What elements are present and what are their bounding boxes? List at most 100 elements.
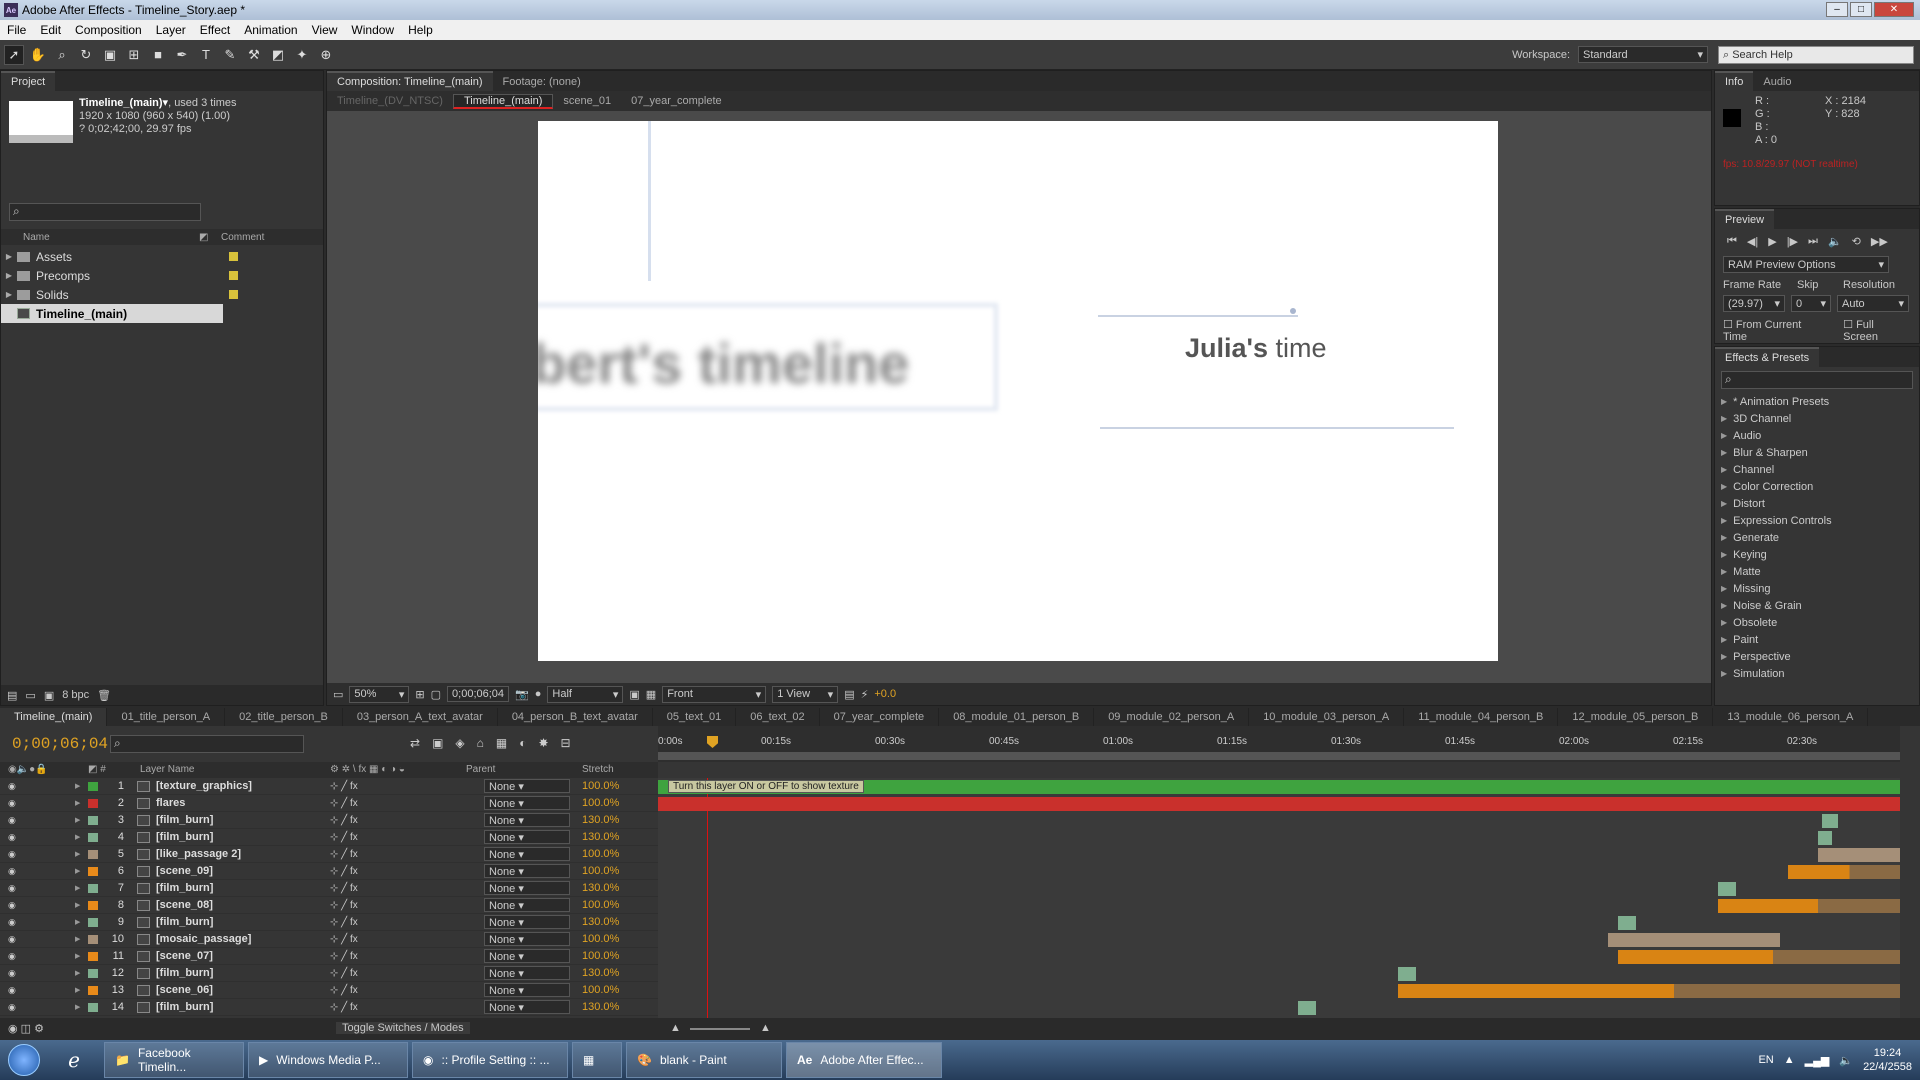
camera-tool-icon[interactable]: ▣ bbox=[100, 45, 120, 65]
tab-comp[interactable]: 07_year_complete bbox=[820, 708, 940, 726]
stretch-value[interactable]: 100.0% bbox=[582, 933, 619, 945]
expand-icon[interactable]: ▶ bbox=[75, 901, 80, 909]
visibility-eye-icon[interactable]: ◉ bbox=[8, 968, 16, 979]
label-color-swatch[interactable] bbox=[88, 849, 98, 859]
hand-tool-icon[interactable]: ✋ bbox=[28, 45, 48, 65]
toggle-pixel-aspect-icon[interactable]: ▤ bbox=[844, 688, 854, 701]
layer-duration-bar[interactable] bbox=[1618, 916, 1636, 930]
visibility-eye-icon[interactable]: ◉ bbox=[8, 832, 16, 843]
type-tool-icon[interactable]: T bbox=[196, 45, 216, 65]
safe-zones-icon[interactable]: ⊞ bbox=[415, 688, 424, 701]
layer-switches[interactable]: ⊹ ╱ fx bbox=[330, 951, 358, 962]
live-update-icon[interactable]: ▣ bbox=[432, 736, 443, 750]
parent-dropdown[interactable]: None ▾ bbox=[484, 1000, 570, 1014]
always-preview-icon[interactable]: ▭ bbox=[333, 688, 343, 701]
timeline-layer-row[interactable]: ◉ ▶ 8 [scene_08] ⊹ ╱ fx None ▾ 100.0% bbox=[0, 897, 658, 914]
effect-category-simulation[interactable]: ▶ Simulation bbox=[1715, 665, 1919, 682]
tab-comp[interactable]: 04_person_B_text_avatar bbox=[498, 708, 653, 726]
expand-icon[interactable]: ▶ bbox=[1721, 516, 1727, 525]
label-color-swatch[interactable] bbox=[88, 832, 98, 842]
mask-icon[interactable]: ▢ bbox=[431, 688, 441, 701]
layer-duration-bar[interactable] bbox=[1298, 1001, 1316, 1015]
layer-switches[interactable]: ⊹ ╱ fx bbox=[330, 781, 358, 792]
layer-duration-bar[interactable] bbox=[1608, 933, 1780, 947]
footer-icons[interactable]: ◉ ◫ ⚙ bbox=[8, 1022, 44, 1035]
layer-switches[interactable]: ⊹ ╱ fx bbox=[330, 832, 358, 843]
expand-icon[interactable]: ▶ bbox=[1, 290, 17, 299]
effect-category-animation-presets[interactable]: ▶ * Animation Presets bbox=[1715, 393, 1919, 410]
timeline-layer-row[interactable]: ◉ ▶ 4 [film_burn] ⊹ ╱ fx None ▾ 130.0% bbox=[0, 829, 658, 846]
language-indicator[interactable]: EN bbox=[1758, 1054, 1773, 1066]
stretch-value[interactable]: 130.0% bbox=[582, 916, 619, 928]
layer-duration-bar[interactable] bbox=[1718, 899, 1900, 913]
previous-frame-icon[interactable]: ◀| bbox=[1747, 235, 1758, 248]
playhead-handle[interactable] bbox=[707, 736, 718, 748]
stretch-value[interactable]: 130.0% bbox=[582, 814, 619, 826]
expand-icon[interactable]: ▶ bbox=[75, 1003, 80, 1011]
tab-audio[interactable]: Audio bbox=[1753, 73, 1801, 91]
parent-dropdown[interactable]: None ▾ bbox=[484, 966, 570, 980]
show-hidden-icons-icon[interactable]: ▲ bbox=[1784, 1054, 1795, 1066]
taskbar-item-paint[interactable]: 🎨 blank - Paint bbox=[626, 1042, 782, 1078]
tab-info[interactable]: Info bbox=[1715, 71, 1754, 91]
layer-name[interactable]: [film_burn] bbox=[156, 831, 213, 843]
timeline-layer-row[interactable]: ◉ ▶ 2 flares ⊹ ╱ fx None ▾ 100.0% bbox=[0, 795, 658, 812]
layer-switches[interactable]: ⊹ ╱ fx bbox=[330, 900, 358, 911]
label-color-swatch[interactable] bbox=[88, 883, 98, 893]
graph-editor-icon[interactable]: ⊟ bbox=[561, 736, 571, 750]
current-time-field[interactable]: 0;00;06;04 bbox=[447, 686, 510, 702]
menu-layer[interactable]: Layer bbox=[149, 23, 193, 37]
layer-name[interactable]: [scene_09] bbox=[156, 865, 213, 877]
layer-duration-bar[interactable] bbox=[1618, 950, 1900, 964]
label-color-swatch[interactable] bbox=[88, 1002, 98, 1012]
skip-dropdown[interactable]: 0 ▾ bbox=[1791, 295, 1831, 312]
effect-category-expression-controls[interactable]: ▶ Expression Controls bbox=[1715, 512, 1919, 529]
expand-icon[interactable]: ▶ bbox=[75, 969, 80, 977]
tab-project[interactable]: Project bbox=[1, 71, 56, 91]
expand-icon[interactable]: ▶ bbox=[1721, 431, 1727, 440]
visibility-eye-icon[interactable]: ◉ bbox=[8, 798, 16, 809]
zoom-out-icon[interactable]: ▲ bbox=[670, 1022, 681, 1034]
ram-preview-icon[interactable]: ▶▶ bbox=[1871, 235, 1888, 248]
layer-switches[interactable]: ⊹ ╱ fx bbox=[330, 1002, 358, 1013]
parent-dropdown[interactable]: None ▾ bbox=[484, 813, 570, 827]
tab-comp[interactable]: 11_module_04_person_B bbox=[1404, 708, 1559, 726]
new-folder-icon[interactable]: ▭ bbox=[25, 689, 35, 702]
parent-dropdown[interactable]: None ▾ bbox=[484, 949, 570, 963]
layer-name[interactable]: [mosaic_passage] bbox=[156, 933, 251, 945]
effect-category-perspective[interactable]: ▶ Perspective bbox=[1715, 648, 1919, 665]
effect-category-obsolete[interactable]: ▶ Obsolete bbox=[1715, 614, 1919, 631]
col-layer-name[interactable]: Layer Name bbox=[140, 764, 194, 775]
menu-effect[interactable]: Effect bbox=[193, 23, 237, 37]
timeline-layer-row[interactable]: ◉ ▶ 1 [texture_graphics] ⊹ ╱ fx None ▾ 100.0% bbox=[0, 778, 658, 795]
expand-icon[interactable]: ▶ bbox=[1721, 584, 1727, 593]
timeline-layer-row[interactable]: ◉ ▶ 6 [scene_09] ⊹ ╱ fx None ▾ 100.0% bbox=[0, 863, 658, 880]
rotate-tool-icon[interactable]: ↻ bbox=[76, 45, 96, 65]
timeline-layer-row[interactable]: ◉ ▶ 10 [mosaic_passage] ⊹ ╱ fx None ▾ 100.0% bbox=[0, 931, 658, 948]
timeline-layer-row[interactable]: ◉ ▶ 13 [scene_06] ⊹ ╱ fx None ▾ 100.0% bbox=[0, 982, 658, 999]
layer-switches[interactable]: ⊹ ╱ fx bbox=[330, 985, 358, 996]
effect-category-noise-grain[interactable]: ▶ Noise & Grain bbox=[1715, 597, 1919, 614]
layer-duration-bar[interactable] bbox=[1788, 865, 1900, 879]
transparency-grid-icon[interactable]: ▦ bbox=[646, 688, 656, 701]
resolution-preview-dropdown[interactable]: Auto ▾ bbox=[1837, 295, 1909, 312]
new-comp-icon[interactable]: ▣ bbox=[44, 689, 54, 702]
view-dropdown[interactable]: Front ▾ bbox=[662, 685, 767, 703]
visibility-eye-icon[interactable]: ◉ bbox=[8, 900, 16, 911]
audio-icon[interactable]: 🔈 bbox=[1828, 235, 1842, 248]
draft-3d-icon[interactable]: ◈ bbox=[455, 736, 464, 750]
layer-name[interactable]: [film_burn] bbox=[156, 814, 213, 826]
current-time-indicator[interactable] bbox=[707, 778, 708, 1018]
stretch-value[interactable]: 100.0% bbox=[582, 780, 619, 792]
expand-icon[interactable]: ▶ bbox=[1721, 652, 1727, 661]
tab-effects-presets[interactable]: Effects & Presets bbox=[1715, 347, 1820, 367]
zoom-in-icon[interactable]: ▲ bbox=[760, 1022, 771, 1034]
zoom-tool-icon[interactable]: ⌕ bbox=[52, 45, 72, 65]
col-parent[interactable]: Parent bbox=[466, 764, 495, 775]
brush-tool-icon[interactable]: ✎ bbox=[220, 45, 240, 65]
layer-switches[interactable]: ⊹ ╱ fx bbox=[330, 798, 358, 809]
taskbar-item-chrome[interactable]: ◉:: Profile Setting :: ... bbox=[412, 1042, 568, 1078]
visibility-eye-icon[interactable]: ◉ bbox=[8, 781, 16, 792]
views-dropdown[interactable]: 1 View ▾ bbox=[772, 685, 839, 703]
layer-name[interactable]: flares bbox=[156, 797, 185, 809]
